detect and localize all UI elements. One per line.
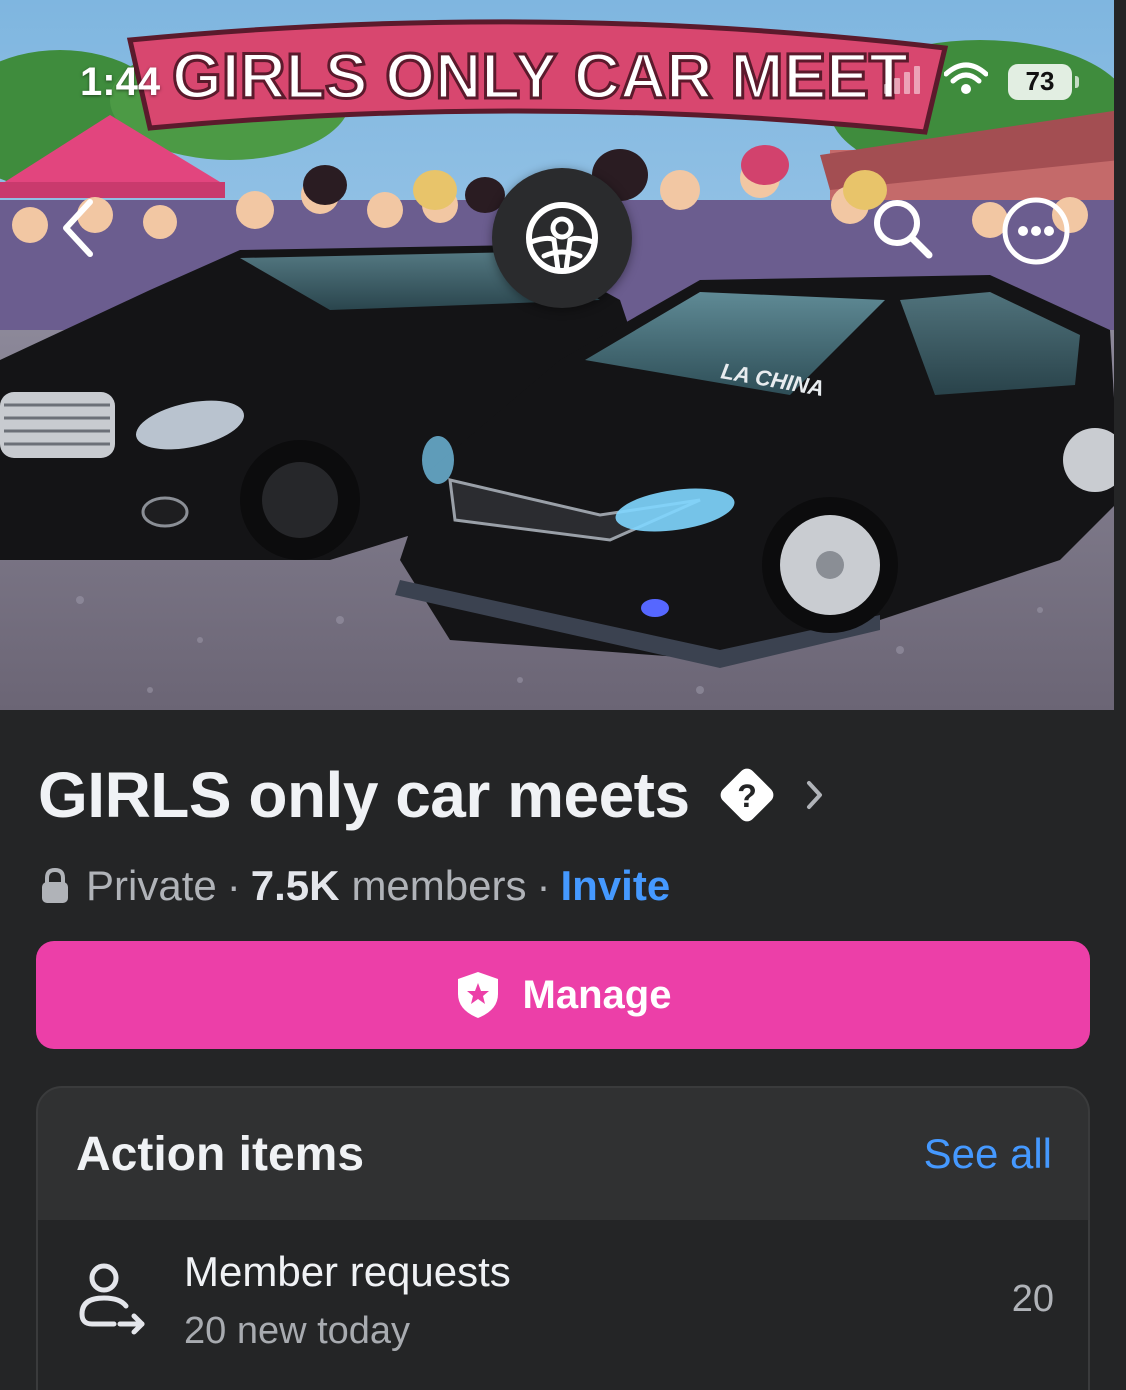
see-all-link[interactable]: See all: [924, 1130, 1052, 1178]
shield-star-icon: [457, 972, 498, 1018]
member-requests-subtitle: 20 new today: [184, 1310, 411, 1352]
separator-dot: ·: [536, 862, 551, 909]
group-name: GIRLS only car meets: [38, 759, 690, 831]
members-label: members: [351, 862, 527, 909]
member-request-icon: [79, 1263, 145, 1335]
action-items-header: Action items See all: [38, 1088, 1088, 1220]
member-count: 7.5K: [250, 862, 340, 909]
member-requests-texts: Member requests 20 new today: [184, 1248, 511, 1353]
battery-indicator: 73: [1008, 63, 1079, 100]
svg-text:?: ?: [737, 778, 757, 814]
back-button[interactable]: [46, 196, 110, 260]
member-requests-count: 20: [1011, 1278, 1054, 1320]
more-options-button[interactable]: [1000, 195, 1072, 267]
member-requests-row[interactable]: Member requests 20 new today 20: [38, 1220, 1088, 1390]
search-button[interactable]: [868, 194, 938, 264]
group-name-link[interactable]: GIRLS only car meets ?: [38, 758, 826, 832]
separator-dot: ·: [226, 862, 241, 909]
banner-text: GIRLS ONLY CAR MEET: [172, 40, 908, 112]
signal-icon: [884, 64, 924, 99]
action-items-card: Action items See all Member requests 20 …: [36, 1086, 1090, 1390]
invite-link[interactable]: Invite: [560, 862, 670, 910]
member-requests-title: Member requests: [184, 1248, 511, 1295]
lock-icon: [42, 867, 68, 903]
help-badge-icon: ?: [720, 768, 773, 822]
privacy-label: Private: [86, 862, 217, 909]
more-icon: [1002, 197, 1070, 265]
manage-label: Manage: [522, 972, 672, 1017]
cover-illustration: LA CHINA GIRLS ONLY CAR MEET: [0, 0, 1114, 710]
chevron-left-icon: [63, 199, 93, 257]
group-cover-photo[interactable]: LA CHINA GIRLS ONLY CAR MEET 1:44 73: [0, 0, 1120, 710]
search-icon: [874, 200, 933, 259]
group-avatar-button[interactable]: [492, 168, 632, 308]
status-time: 1:44: [80, 60, 161, 104]
manage-button[interactable]: Manage: [36, 941, 1090, 1049]
group-meta: Private · 7.5K members · Invite: [40, 862, 670, 910]
wifi-icon: [943, 62, 989, 101]
chevron-right-icon: [806, 781, 822, 809]
status-indicators: 73: [884, 62, 1079, 101]
steering-wheel-icon: [526, 202, 598, 274]
action-items-title: Action items: [76, 1127, 365, 1181]
